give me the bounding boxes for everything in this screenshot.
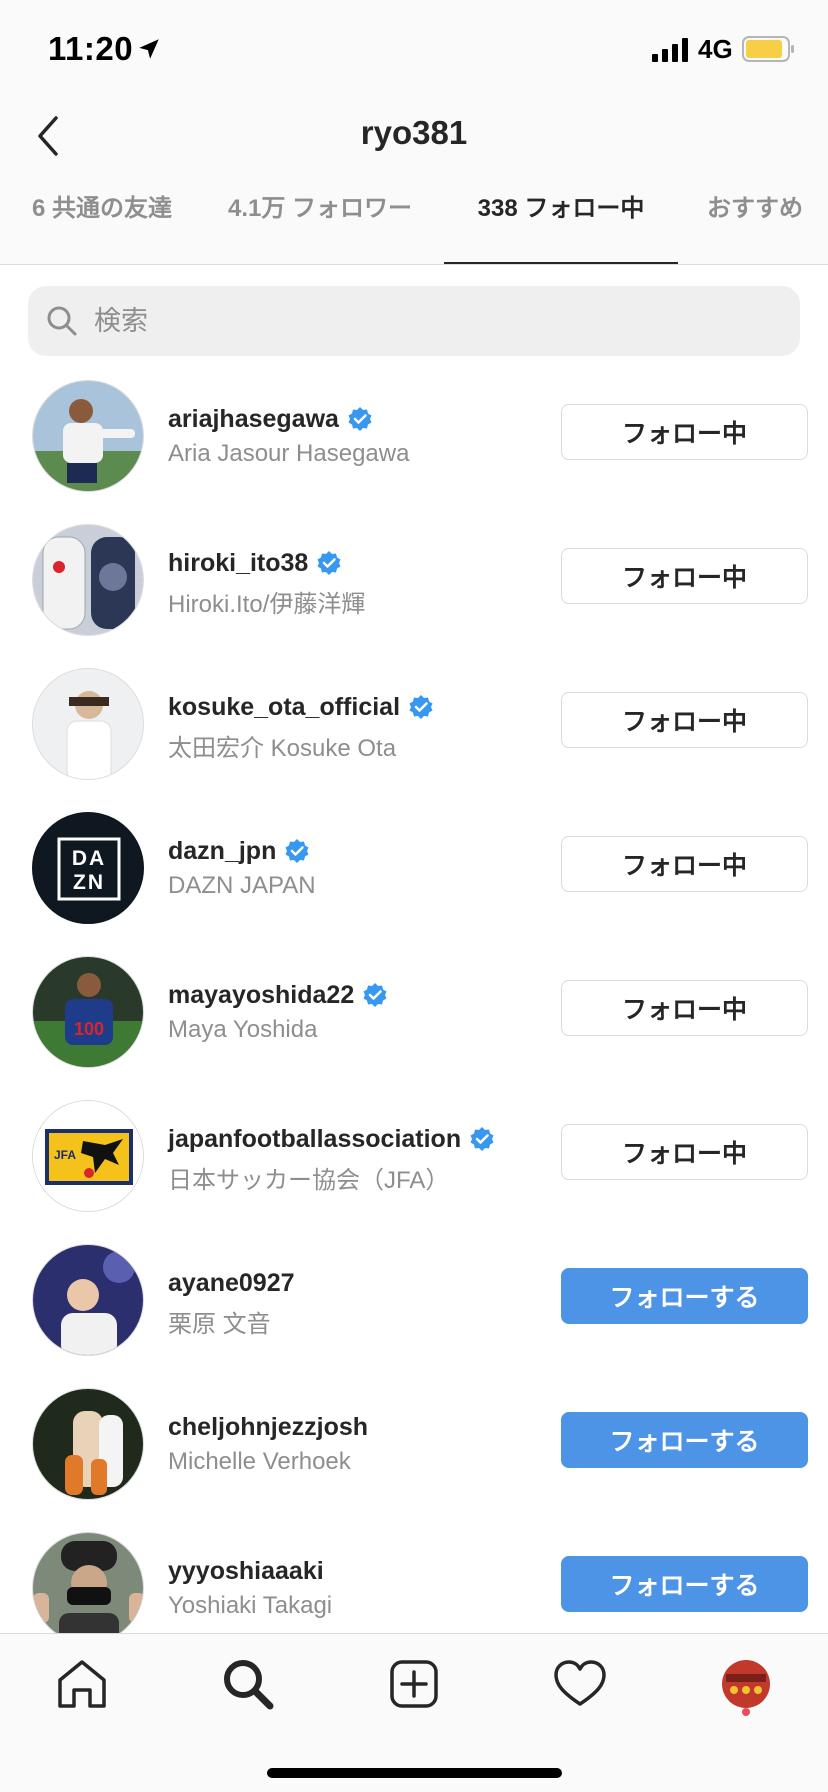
full-name: Yoshiaki Takagi bbox=[168, 1592, 333, 1619]
full-name: DAZN JAPAN bbox=[168, 872, 316, 899]
network-type: 4G bbox=[698, 34, 733, 64]
tab-following[interactable]: 338 フォロー中 bbox=[444, 178, 678, 265]
page-title: ryo381 bbox=[360, 114, 468, 151]
user-names: hiroki_ito38 Hiroki.Ito/伊藤洋輝 bbox=[168, 546, 365, 619]
svg-text:DA: DA bbox=[72, 847, 106, 870]
avatar[interactable] bbox=[32, 1244, 144, 1356]
location-arrow-icon bbox=[139, 39, 159, 59]
profile-avatar[interactable] bbox=[716, 1654, 776, 1714]
tab-mutual-friends[interactable]: 6 共通の友達 bbox=[18, 178, 186, 265]
dazn-logo: DA ZN bbox=[33, 813, 143, 923]
username[interactable]: dazn_jpn bbox=[168, 837, 276, 866]
activity-heart-icon[interactable] bbox=[550, 1654, 610, 1714]
list-item[interactable]: 100 mayayoshida22 Maya Yoshida フォロー中 bbox=[0, 948, 828, 1092]
battery-icon bbox=[742, 36, 794, 62]
following-list: ariajhasegawa Aria Jasour Hasegawa フォロー中 bbox=[0, 372, 828, 1634]
follow-button[interactable]: フォローする bbox=[561, 1268, 808, 1324]
jfa-logo: JFA bbox=[33, 1101, 143, 1211]
verified-badge-icon bbox=[470, 1127, 494, 1151]
status-bar: 11:20 4G bbox=[0, 0, 828, 100]
tab-bar: 6 共通の友達 4.1万 フォロワー 338 フォロー中 おすすめ bbox=[0, 178, 828, 265]
following-button[interactable]: フォロー中 bbox=[561, 980, 808, 1036]
svg-text:ZN: ZN bbox=[73, 871, 105, 894]
avatar[interactable] bbox=[32, 1388, 144, 1500]
avatar[interactable] bbox=[32, 524, 144, 636]
avatar[interactable]: JFA bbox=[32, 1100, 144, 1212]
full-name: 日本サッカー協会（JFA） bbox=[168, 1167, 450, 1194]
active-tab-indicator bbox=[444, 262, 678, 264]
avatar[interactable] bbox=[32, 380, 144, 492]
username[interactable]: kosuke_ota_official bbox=[168, 693, 400, 722]
user-names: cheljohnjezzjosh Michelle Verhoek bbox=[168, 1410, 368, 1476]
username[interactable]: hiroki_ito38 bbox=[168, 549, 308, 578]
follow-button[interactable]: フォローする bbox=[561, 1556, 808, 1612]
full-name: 太田宏介 Kosuke Ota bbox=[168, 735, 397, 762]
search-icon[interactable] bbox=[218, 1654, 278, 1714]
username[interactable]: yyyoshiaaaki bbox=[168, 1557, 324, 1586]
user-names: ariajhasegawa Aria Jasour Hasegawa bbox=[168, 402, 409, 468]
avatar[interactable] bbox=[32, 668, 144, 780]
full-name: Hiroki.Ito/伊藤洋輝 bbox=[168, 591, 366, 618]
user-names: ayane0927 栗原 文音 bbox=[168, 1266, 295, 1339]
verified-badge-icon bbox=[317, 551, 341, 575]
following-button[interactable]: フォロー中 bbox=[561, 1124, 808, 1180]
svg-text:100: 100 bbox=[74, 1019, 104, 1039]
tab-followers[interactable]: 4.1万 フォロワー bbox=[222, 178, 418, 265]
user-names: dazn_jpn DAZN JAPAN bbox=[168, 834, 316, 900]
username[interactable]: mayayoshida22 bbox=[168, 981, 354, 1010]
full-name: Aria Jasour Hasegawa bbox=[168, 440, 410, 467]
username[interactable]: japanfootballassociation bbox=[168, 1125, 461, 1154]
bottom-tab-bar bbox=[0, 1633, 828, 1792]
list-item[interactable]: kosuke_ota_official 太田宏介 Kosuke Ota フォロー… bbox=[0, 660, 828, 804]
list-item[interactable]: ariajhasegawa Aria Jasour Hasegawa フォロー中 bbox=[0, 372, 828, 516]
list-item[interactable]: hiroki_ito38 Hiroki.Ito/伊藤洋輝 フォロー中 bbox=[0, 516, 828, 660]
user-names: mayayoshida22 Maya Yoshida bbox=[168, 978, 388, 1044]
follow-button[interactable]: フォローする bbox=[561, 1412, 808, 1468]
avatar[interactable]: DA ZN bbox=[32, 812, 144, 924]
full-name: Maya Yoshida bbox=[168, 1016, 318, 1043]
notification-dot bbox=[742, 1708, 750, 1716]
header: ryo381 6 共通の友達 4.1万 フォロワー 338 フォロー中 おすすめ bbox=[0, 100, 828, 265]
following-button[interactable]: フォロー中 bbox=[561, 836, 808, 892]
full-name: 栗原 文音 bbox=[168, 1311, 271, 1338]
verified-badge-icon bbox=[409, 695, 433, 719]
search-icon bbox=[47, 306, 77, 336]
list-item[interactable]: ayane0927 栗原 文音 フォローする bbox=[0, 1236, 828, 1380]
username[interactable]: ariajhasegawa bbox=[168, 405, 339, 434]
home-indicator bbox=[267, 1768, 562, 1778]
verified-badge-icon bbox=[348, 407, 372, 431]
list-item[interactable]: JFA japanfootballassociation 日本サッカー協会（JF… bbox=[0, 1092, 828, 1236]
username[interactable]: cheljohnjezzjosh bbox=[168, 1413, 368, 1442]
search-bar bbox=[28, 286, 800, 356]
user-names: kosuke_ota_official 太田宏介 Kosuke Ota bbox=[168, 690, 434, 763]
verified-badge-icon bbox=[285, 839, 309, 863]
status-time: 11:20 bbox=[48, 30, 134, 67]
full-name: Michelle Verhoek bbox=[168, 1448, 351, 1475]
user-names: yyyoshiaaaki Yoshiaki Takagi bbox=[168, 1554, 332, 1620]
home-icon[interactable] bbox=[52, 1654, 112, 1714]
list-item[interactable]: cheljohnjezzjosh Michelle Verhoek フォローする bbox=[0, 1380, 828, 1524]
tab-suggested[interactable]: おすすめ bbox=[700, 178, 810, 265]
avatar[interactable] bbox=[32, 1532, 144, 1634]
list-item[interactable]: yyyoshiaaaki Yoshiaki Takagi フォローする bbox=[0, 1524, 828, 1634]
following-button[interactable]: フォロー中 bbox=[561, 692, 808, 748]
verified-badge-icon bbox=[363, 983, 387, 1007]
username[interactable]: ayane0927 bbox=[168, 1269, 295, 1298]
following-button[interactable]: フォロー中 bbox=[561, 404, 808, 460]
user-names: japanfootballassociation 日本サッカー協会（JFA） bbox=[168, 1122, 495, 1195]
avatar[interactable]: 100 bbox=[32, 956, 144, 1068]
signal-strength-icon bbox=[652, 38, 688, 62]
search-input[interactable] bbox=[94, 286, 774, 356]
add-post-icon[interactable] bbox=[384, 1654, 444, 1714]
following-button[interactable]: フォロー中 bbox=[561, 548, 808, 604]
svg-text:JFA: JFA bbox=[54, 1148, 76, 1162]
list-item[interactable]: DA ZN dazn_jpn DAZN JAPAN フォロー中 bbox=[0, 804, 828, 948]
